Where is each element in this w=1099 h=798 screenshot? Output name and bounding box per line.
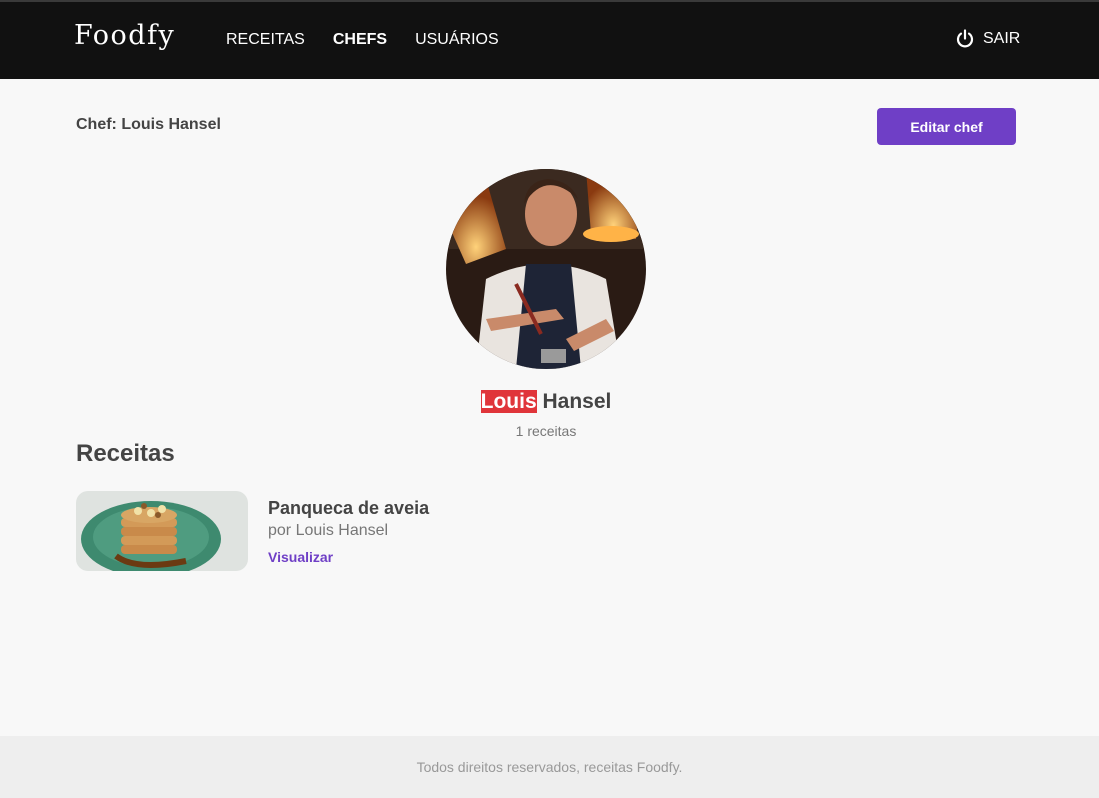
page-title: Chef: Louis Hansel (76, 116, 221, 133)
logout-button[interactable]: SAIR (955, 29, 1020, 49)
chef-avatar (446, 169, 646, 369)
main-nav: RECEITAS CHEFS USUÁRIOS (226, 31, 499, 49)
top-bar: Foodfy RECEITAS CHEFS USUÁRIOS SAIR (0, 0, 1099, 79)
footer: Todos direitos reservados, receitas Food… (0, 736, 1099, 798)
chef-last-name: Hansel (542, 390, 612, 413)
footer-text: Todos direitos reservados, receitas Food… (416, 759, 683, 775)
chef-name: Louis Hansel (0, 390, 1092, 414)
nav-item-receitas[interactable]: RECEITAS (226, 31, 305, 49)
recipe-author: por Louis Hansel (268, 522, 389, 539)
nav-item-usuarios[interactable]: USUÁRIOS (415, 31, 499, 49)
chef-first-name: Louis (480, 390, 537, 413)
logout-label: SAIR (983, 30, 1021, 47)
edit-chef-button[interactable]: Editar chef (877, 108, 1016, 145)
recipe-thumbnail[interactable] (76, 491, 248, 571)
chef-recipe-count: 1 receitas (515, 423, 577, 439)
view-recipe-link[interactable]: Visualizar (268, 549, 333, 565)
recipe-title[interactable]: Panqueca de aveia (268, 498, 429, 519)
power-icon (955, 29, 975, 49)
recipes-section-title: Receitas (76, 440, 175, 467)
nav-item-chefs[interactable]: CHEFS (333, 31, 387, 49)
foodfy-logo[interactable]: Foodfy (74, 20, 175, 51)
